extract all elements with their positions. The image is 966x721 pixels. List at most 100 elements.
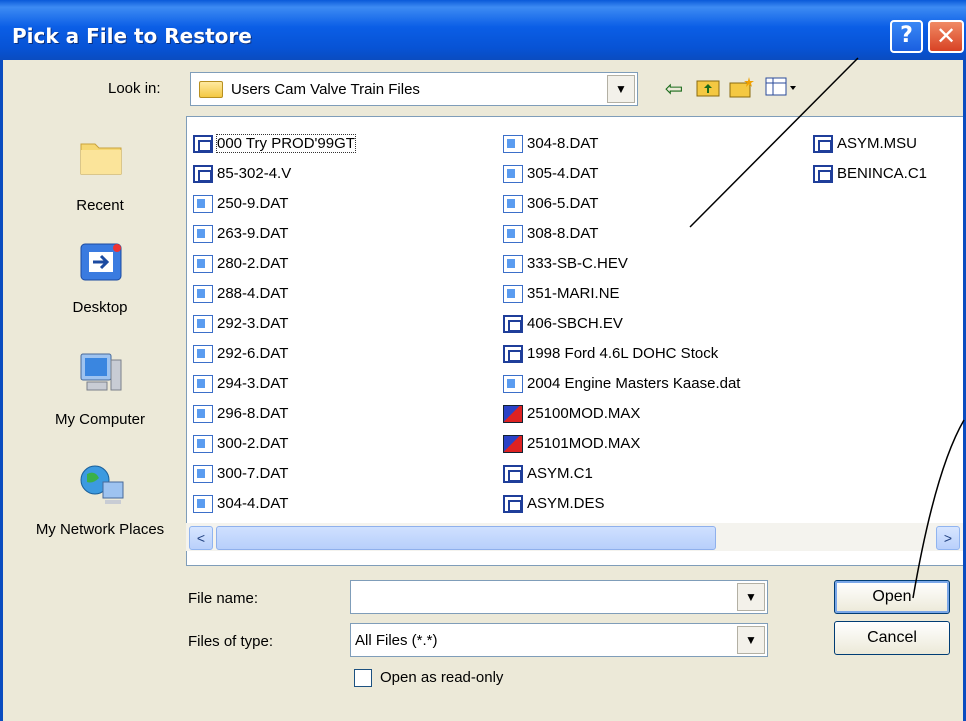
file-name: 280-2.DAT: [217, 255, 289, 272]
cancel-button[interactable]: Cancel: [834, 621, 950, 655]
file-item[interactable]: 296-8.DAT: [191, 399, 355, 429]
file-type-select[interactable]: All Files (*.*) ▼: [350, 623, 768, 657]
app-file-icon: [813, 165, 833, 183]
file-name: 333-SB-C.HEV: [527, 255, 628, 272]
file-name: 292-3.DAT: [217, 315, 289, 332]
data-file-icon: [503, 285, 523, 303]
file-item[interactable]: 294-3.DAT: [191, 369, 355, 399]
file-item[interactable]: 2004 Engine Masters Kaase.dat: [501, 369, 740, 399]
open-button[interactable]: Open: [834, 580, 950, 614]
new-folder-icon[interactable]: [728, 76, 756, 102]
file-name: 300-7.DAT: [217, 465, 289, 482]
file-name: 250-9.DAT: [217, 195, 289, 212]
scroll-thumb[interactable]: [216, 526, 716, 550]
file-item[interactable]: 304-4.DAT: [191, 489, 355, 519]
data-file-icon: [193, 375, 213, 393]
file-item[interactable]: 304-8.DAT: [501, 129, 740, 159]
look-in-label: Look in:: [108, 80, 161, 97]
file-item[interactable]: 85-302-4.V: [191, 159, 355, 189]
read-only-label: Open as read-only: [380, 669, 504, 686]
file-name-input[interactable]: ▼: [350, 580, 768, 614]
my-computer-icon: [77, 350, 125, 398]
max-file-icon: [503, 405, 523, 423]
title-bar: Pick a File to Restore ? ✕: [0, 0, 966, 60]
data-file-icon: [193, 405, 213, 423]
close-button[interactable]: ✕: [928, 20, 964, 53]
place-my-computer[interactable]: My Computer: [22, 350, 178, 450]
file-item[interactable]: 300-2.DAT: [191, 429, 355, 459]
read-only-checkbox[interactable]: [354, 669, 372, 687]
file-name: 2004 Engine Masters Kaase.dat: [527, 375, 741, 392]
file-item[interactable]: ASYM.DES: [501, 489, 740, 519]
file-item[interactable]: 280-2.DAT: [191, 249, 355, 279]
app-file-icon: [503, 495, 523, 513]
file-item[interactable]: 1998 Ford 4.6L DOHC Stock: [501, 339, 740, 369]
data-file-icon: [193, 315, 213, 333]
look-in-dropdown[interactable]: Users Cam Valve Train Files ▼: [190, 72, 638, 106]
file-name: ASYM.C1: [527, 465, 593, 482]
file-item[interactable]: 300-7.DAT: [191, 459, 355, 489]
look-in-value: Users Cam Valve Train Files: [231, 81, 420, 98]
horizontal-scrollbar[interactable]: < >: [186, 523, 964, 551]
chevron-down-icon[interactable]: ▼: [607, 75, 635, 103]
file-item[interactable]: 306-5.DAT: [501, 189, 740, 219]
max-file-icon: [503, 435, 523, 453]
network-places-icon: [77, 460, 125, 508]
file-name: 292-6.DAT: [217, 345, 289, 362]
file-item[interactable]: 351-MARI.NE: [501, 279, 740, 309]
place-desktop[interactable]: Desktop: [22, 238, 178, 338]
up-folder-icon[interactable]: [694, 76, 722, 102]
file-item[interactable]: 406-SBCH.EV: [501, 309, 740, 339]
place-my-computer-label: My Computer: [54, 411, 146, 428]
views-menu-icon[interactable]: [764, 76, 800, 102]
file-name: 300-2.DAT: [217, 435, 289, 452]
data-file-icon: [193, 435, 213, 453]
file-item[interactable]: 25100MOD.MAX: [501, 399, 740, 429]
desktop-icon: [77, 238, 125, 286]
file-list[interactable]: 000 Try PROD'99GT 85-302-4.V 250-9.DAT 263-…: [186, 116, 964, 566]
file-item[interactable]: 308-8.DAT: [501, 219, 740, 249]
file-item[interactable]: 250-9.DAT: [191, 189, 355, 219]
chevron-down-icon[interactable]: ▼: [737, 583, 765, 611]
file-item[interactable]: 292-3.DAT: [191, 309, 355, 339]
recent-folder-icon: [77, 132, 125, 180]
file-name: 294-3.DAT: [217, 375, 289, 392]
file-name-label: File name:: [188, 590, 259, 607]
data-file-icon: [193, 285, 213, 303]
file-item[interactable]: 305-4.DAT: [501, 159, 740, 189]
file-type-value: All Files (*.*): [355, 632, 438, 649]
scroll-right-button[interactable]: >: [936, 526, 960, 550]
place-network[interactable]: My Network Places: [22, 460, 178, 570]
file-item[interactable]: 25101MOD.MAX: [501, 429, 740, 459]
place-recent[interactable]: Recent: [22, 132, 178, 232]
place-network-label: My Network Places: [35, 521, 165, 538]
file-name: 85-302-4.V: [217, 165, 292, 182]
data-file-icon: [503, 375, 523, 393]
data-file-icon: [503, 225, 523, 243]
file-item[interactable]: BENINCA.C1: [811, 159, 927, 189]
file-item[interactable]: 333-SB-C.HEV: [501, 249, 740, 279]
file-item[interactable]: 288-4.DAT: [191, 279, 355, 309]
file-item[interactable]: ASYM.MSU: [811, 129, 927, 159]
file-item[interactable]: 292-6.DAT: [191, 339, 355, 369]
chevron-down-icon[interactable]: ▼: [737, 626, 765, 654]
file-column-3: ASYM.MSU BENINCA.C1: [811, 129, 927, 189]
data-file-icon: [503, 135, 523, 153]
folder-icon: [199, 81, 223, 98]
back-icon[interactable]: ⇦: [660, 76, 688, 102]
places-bar: Recent Desktop My Computer My Network Pl…: [22, 114, 178, 584]
file-name: 288-4.DAT: [217, 285, 289, 302]
file-name: 304-4.DAT: [217, 495, 289, 512]
app-file-icon: [813, 135, 833, 153]
file-name: 304-8.DAT: [527, 135, 599, 152]
help-button[interactable]: ?: [890, 20, 923, 53]
file-column-1: 000 Try PROD'99GT 85-302-4.V 250-9.DAT 263-…: [191, 129, 356, 519]
scroll-left-button[interactable]: <: [189, 526, 213, 550]
file-name: 308-8.DAT: [527, 225, 599, 242]
file-name: 000 Try PROD'99GT: [216, 134, 356, 153]
file-item[interactable]: ASYM.C1: [501, 459, 740, 489]
file-name: 406-SBCH.EV: [527, 315, 623, 332]
file-item[interactable]: 000 Try PROD'99GT: [191, 129, 356, 159]
file-item[interactable]: 263-9.DAT: [191, 219, 355, 249]
data-file-icon: [193, 225, 213, 243]
